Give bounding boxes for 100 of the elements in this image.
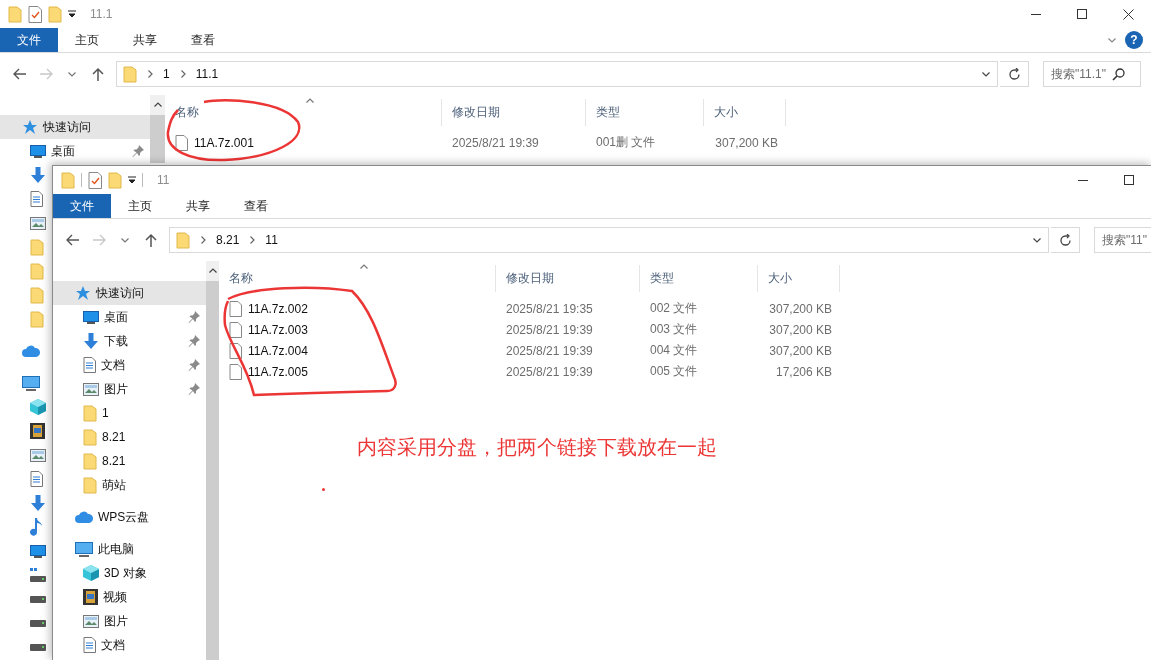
pin-icon[interactable] (132, 145, 144, 157)
cloud-icon (22, 345, 40, 357)
breadcrumb[interactable]: 11 (265, 233, 278, 247)
desktop-icon (30, 544, 46, 558)
file-icon (229, 321, 242, 338)
table-cell-text: 002 文件 (649, 300, 699, 317)
sidebar-item[interactable]: 萌站 (53, 473, 206, 497)
picture-icon (30, 448, 46, 462)
column-header[interactable]: 修改日期 (442, 99, 586, 126)
sidebar-item[interactable]: 视频 (53, 585, 206, 609)
caret-icon (67, 69, 77, 79)
table-cell-text: 307,200 KB (768, 343, 833, 358)
search-field[interactable]: 搜索"11" (1094, 227, 1151, 253)
music-note-icon (30, 518, 42, 536)
ribbon-tab[interactable]: 共享 (116, 28, 174, 52)
folder-icon (83, 452, 97, 470)
dropdown-icon[interactable] (68, 10, 76, 18)
chevron-right-icon (145, 69, 155, 79)
pin-icon[interactable] (188, 311, 200, 323)
download-arrow-icon (30, 167, 46, 183)
ribbon-tab[interactable]: 文件 (53, 194, 111, 218)
expand-ribbon-icon (1107, 35, 1117, 45)
folder-icon (30, 310, 44, 328)
back-arrow-icon (13, 68, 27, 80)
cube-icon (83, 565, 99, 581)
download-arrow-icon (30, 495, 46, 511)
star-icon (22, 119, 38, 135)
cube-icon (30, 399, 46, 415)
search-field[interactable]: 搜索"11.1" (1043, 61, 1141, 87)
folder-icon (8, 5, 22, 23)
file-icon (229, 342, 242, 359)
sidebar-item[interactable]: 图片 (53, 609, 206, 633)
sidebar-item[interactable]: 文档 (53, 353, 206, 377)
sidebar-item[interactable]: 快速访问 (0, 115, 150, 139)
ribbon-tab[interactable]: 共享 (169, 194, 227, 218)
picture-icon (30, 216, 46, 230)
file-icon (175, 134, 188, 151)
folder-icon (123, 65, 137, 83)
address-bar[interactable]: 8.21 11 (169, 227, 1049, 253)
column-header[interactable]: 大小 (758, 265, 840, 292)
sidebar-item[interactable]: 此电脑 (53, 537, 206, 561)
folder-icon (30, 238, 44, 256)
help-button[interactable]: ? (1125, 31, 1143, 49)
sidebar-item[interactable]: 文档 (53, 633, 206, 657)
ribbon-tab[interactable]: 主页 (111, 194, 169, 218)
file-name-cell[interactable]: 11A.7z.003 (219, 321, 496, 338)
file-name-cell[interactable]: 11A.7z.001 (165, 134, 442, 151)
minimize-icon (1031, 13, 1041, 15)
picture-icon (83, 614, 99, 628)
sidebar-item[interactable]: 3D 对象 (53, 561, 206, 585)
computer-icon (75, 541, 93, 557)
table-cell-text: 307,200 KB (768, 301, 833, 316)
refresh-button[interactable] (1051, 227, 1080, 253)
search-icon (1112, 67, 1125, 81)
ribbon-tab[interactable]: 查看 (227, 194, 285, 218)
sidebar-item[interactable]: 下载 (53, 329, 206, 353)
pin-icon[interactable] (188, 383, 200, 395)
file-name-cell[interactable]: 11A.7z.004 (219, 342, 496, 359)
breadcrumb[interactable]: 11.1 (195, 67, 219, 81)
sidebar-item[interactable]: 8.21 (53, 425, 206, 449)
table-cell-text: 2025/8/21 19:35 (505, 301, 594, 316)
star-icon (75, 285, 91, 301)
ribbon-tab[interactable]: 查看 (174, 28, 232, 52)
scrollbar[interactable] (150, 95, 165, 163)
address-bar[interactable]: 1 11.1 (116, 61, 998, 87)
scrollbar[interactable] (206, 261, 219, 660)
pin-icon[interactable] (188, 335, 200, 347)
ribbon-tab[interactable]: 文件 (0, 28, 58, 52)
column-header[interactable]: 名称 (219, 265, 496, 292)
sidebar-item[interactable]: WPS云盘 (53, 505, 206, 529)
sidebar-item[interactable]: 图片 (53, 377, 206, 401)
drive-icon (30, 619, 46, 627)
pin-icon[interactable] (188, 359, 200, 371)
drive-icon (30, 568, 46, 582)
folder-icon (48, 5, 62, 23)
refresh-icon (1007, 67, 1021, 81)
ink-dot (322, 488, 325, 491)
up-arrow-icon (145, 233, 157, 247)
drive-icon (30, 643, 46, 651)
desktop-icon (30, 144, 46, 158)
dropdown-icon[interactable] (128, 176, 136, 184)
file-name-cell[interactable]: 11A.7z.005 (219, 363, 496, 380)
column-header[interactable]: 大小 (704, 99, 786, 126)
sidebar-item[interactable]: 8.21 (53, 449, 206, 473)
maximize-icon (1077, 9, 1087, 19)
column-header[interactable]: 类型 (640, 265, 758, 292)
breadcrumb[interactable]: 8.21 (216, 233, 240, 247)
sidebar-item[interactable]: 桌面 (0, 139, 150, 163)
column-header[interactable]: 类型 (586, 99, 704, 126)
column-header[interactable]: 修改日期 (496, 265, 640, 292)
sidebar-item[interactable]: 桌面 (53, 305, 206, 329)
sidebar-item[interactable]: 1 (53, 401, 206, 425)
caret-icon (1032, 235, 1042, 245)
download-arrow-icon (83, 333, 99, 349)
breadcrumb[interactable]: 1 (163, 67, 170, 81)
file-name-cell[interactable]: 11A.7z.002 (219, 300, 496, 317)
ribbon-tab[interactable]: 主页 (58, 28, 116, 52)
sidebar-item[interactable]: 快速访问 (53, 281, 206, 305)
table-cell-text: 17,206 KB (774, 364, 833, 379)
refresh-button[interactable] (1000, 61, 1029, 87)
